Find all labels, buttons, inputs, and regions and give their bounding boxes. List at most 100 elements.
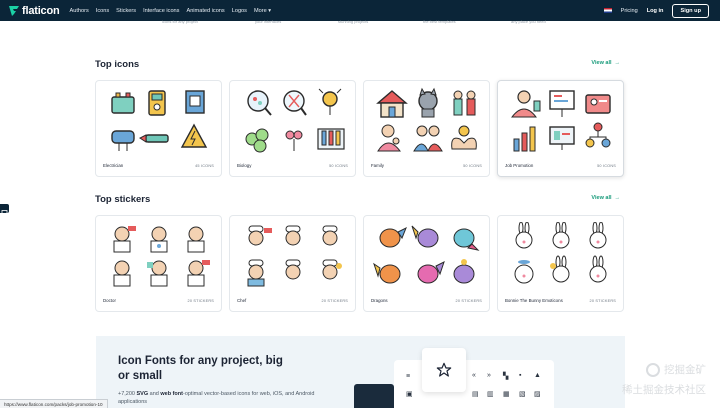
view-all-label: View all (591, 60, 612, 66)
double-chevron-left-icon: « (472, 372, 476, 379)
id-card-icon (585, 94, 611, 114)
bunny-sticker-icon (550, 255, 570, 283)
hero-caption: your interfaces (255, 19, 282, 24)
capacitor-icon (111, 130, 135, 151)
arrow-right-icon: → (614, 195, 621, 201)
sticker-pack-card-bonnie-bunny[interactable]: Bonnie The Bunny Emoticons 20 STICKERS (497, 215, 624, 312)
card-count: 50 ICONS (329, 164, 348, 168)
brand-name: flaticon (22, 4, 60, 17)
folder-icon: ▨ (534, 391, 541, 398)
nav-link-animated-icons[interactable]: Animated icons (186, 8, 224, 14)
cat-icon (418, 87, 438, 118)
dragon-sticker-icon (373, 262, 401, 284)
hierarchy-icon (585, 122, 611, 148)
side-tab-button[interactable] (0, 204, 9, 215)
chef-sticker-icon (322, 225, 338, 246)
top-stickers-view-all[interactable]: View all → (591, 195, 620, 201)
dna-magnifier-icon (283, 90, 307, 116)
login-link[interactable]: Log in (647, 8, 664, 14)
icon-pack-card-biology[interactable]: Biology 50 ICONS (229, 80, 356, 177)
icon-pack-card-family[interactable]: Family 50 ICONS (363, 80, 490, 177)
doctor-sticker-icon (150, 226, 168, 253)
top-stickers-title: Top stickers (95, 194, 151, 205)
nav-link-interface-icons[interactable]: Interface icons (143, 8, 179, 14)
grid-icon: ▚ (503, 373, 509, 380)
promo-desc-text: +7,200 (118, 391, 137, 397)
battery-icon (111, 92, 135, 114)
bunny-sticker-icon (552, 222, 570, 249)
flaticon-logo[interactable]: flaticon (8, 5, 60, 17)
device-preview (354, 384, 394, 408)
doctor-sticker-icon (147, 260, 168, 287)
chef-sticker-icon (322, 259, 342, 280)
dragon-sticker-icon (417, 261, 445, 284)
panel-toggle-icon (1, 210, 8, 215)
hero-captions: icons for any project your interfaces st… (0, 19, 720, 27)
menu-icon: ≡ (406, 373, 411, 380)
bell-icon: ▲ (534, 372, 541, 379)
clipboard-icon: ▣ (406, 391, 413, 398)
card-count: 45 ICONS (195, 164, 214, 168)
bunny-sticker-icon (514, 260, 534, 284)
icon-font-preview: ≡ « » ▚ ▪ ▲ ▣ ▤ ▥ ▦ ▧ ▨ (394, 360, 554, 408)
bunny-sticker-icon (515, 222, 533, 249)
icon-pack-card-job-promotion[interactable]: Job Promotion 50 ICONS (497, 80, 624, 177)
monitor-icon (549, 126, 575, 150)
chevron-down-icon: ▾ (268, 7, 272, 14)
virus-icon (318, 88, 342, 115)
dragon-sticker-icon (379, 226, 407, 248)
magnifier-icon (247, 90, 272, 116)
dragon-sticker-icon (453, 228, 480, 251)
pack-preview (245, 88, 345, 153)
signup-button[interactable]: Sign up (672, 3, 709, 18)
dragon-sticker-icon (453, 259, 475, 284)
grandparents-icon (453, 90, 476, 116)
sticker-pack-card-dragons[interactable]: Dragons 20 STICKERS (363, 215, 490, 312)
mother-child-icon (377, 124, 402, 152)
bunny-sticker-icon (589, 222, 607, 249)
top-icons-view-all[interactable]: View all → (591, 60, 620, 66)
arrow-right-icon: → (614, 60, 621, 66)
high-voltage-icon (180, 123, 208, 148)
nav-link-stickers[interactable]: Stickers (116, 8, 136, 14)
nav-link-authors[interactable]: Authors (70, 8, 89, 14)
nav-link-more[interactable]: More ▾ (254, 8, 271, 14)
bunny-sticker-icon (589, 255, 607, 283)
promo-desc-svg: SVG (136, 391, 149, 397)
camera-icon: ▤ (472, 391, 479, 398)
hero-caption: icons for any project (162, 19, 198, 24)
browser-status-bar: https://www.flaticon.com/packs/job-promo… (0, 399, 108, 408)
family-care-icon (451, 125, 477, 150)
watermark-line-2: 稀土掘金技术社区 (622, 384, 706, 396)
wechat-logo-icon (646, 363, 660, 377)
card-count: 20 STICKERS (455, 299, 482, 303)
hero-caption: any place you need (511, 19, 546, 24)
doctor-sticker-icon (187, 226, 205, 253)
hero-caption: stunning projects (338, 19, 369, 24)
nav-link-icons[interactable]: Icons (96, 8, 109, 14)
doctor-sticker-icon (113, 260, 131, 287)
card-name: Dragons (371, 298, 388, 303)
card-name: Electrician (103, 163, 124, 168)
test-tubes-icon (317, 128, 345, 150)
pricing-link[interactable]: Pricing (621, 8, 638, 14)
cutter-icon (139, 134, 169, 143)
document-icon: ▧ (519, 391, 526, 398)
us-flag-icon[interactable] (603, 8, 612, 13)
nav-link-logos[interactable]: Logos (232, 8, 247, 14)
card-name: Chef (237, 298, 247, 303)
watermark-line-1: 挖掘金矿 (664, 364, 706, 376)
icon-pack-card-electrician[interactable]: Electrician 45 ICONS (95, 80, 222, 177)
house-icon (376, 90, 408, 118)
pack-preview (111, 90, 208, 151)
card-count: 50 ICONS (597, 164, 616, 168)
sticker-pack-card-chef[interactable]: Chef 20 STICKERS (229, 215, 356, 312)
doctor-sticker-icon (113, 226, 136, 253)
card-name: Bonnie The Bunny Emoticons (505, 298, 563, 303)
card-count: 20 STICKERS (321, 299, 348, 303)
sticker-pack-card-doctor[interactable]: Doctor 20 STICKERS (95, 215, 222, 312)
pack-preview (514, 222, 607, 284)
doctor-sticker-icon (187, 260, 210, 287)
double-chevron-right-icon: » (487, 372, 491, 379)
couple-icon (413, 125, 443, 152)
